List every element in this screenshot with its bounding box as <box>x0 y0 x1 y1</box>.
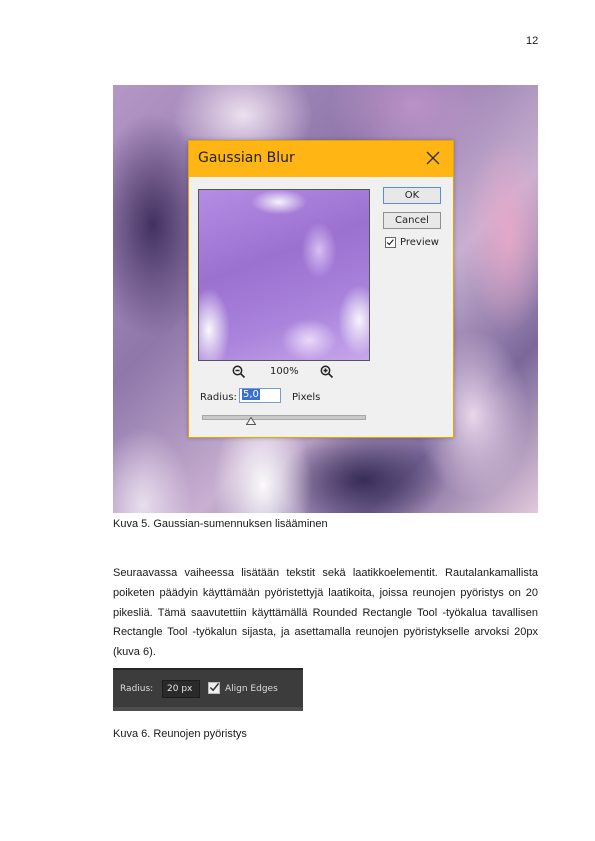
figure-6-options-bar: Radius: 20 px Align Edges <box>113 668 303 711</box>
zoom-value: 100% <box>270 366 299 377</box>
page-number: 12 <box>526 35 539 47</box>
dialog-titlebar: Gaussian Blur <box>189 141 453 177</box>
align-edges-checkbox[interactable] <box>208 682 220 694</box>
gaussian-blur-dialog: Gaussian Blur 100% Radius: 5,0 Pixels OK <box>188 140 454 438</box>
align-edges-label: Align Edges <box>225 684 278 694</box>
close-icon[interactable] <box>425 150 441 166</box>
zoom-out-icon[interactable] <box>232 365 246 379</box>
slider-thumb-icon[interactable] <box>245 417 256 425</box>
zoom-in-icon[interactable] <box>320 365 334 379</box>
blur-preview-pane[interactable] <box>198 189 370 361</box>
checkmark-icon <box>209 682 220 692</box>
cancel-button[interactable]: Cancel <box>383 212 441 229</box>
figure-6-caption: Kuva 6. Reunojen pyöristys <box>113 728 247 740</box>
preview-label: Preview <box>400 237 439 248</box>
radius-slider[interactable] <box>202 415 366 420</box>
figure-5-image: Gaussian Blur 100% Radius: 5,0 Pixels OK <box>113 85 538 513</box>
dialog-title: Gaussian Blur <box>198 150 295 166</box>
radius-value: 5,0 <box>242 389 260 400</box>
checkmark-icon <box>386 239 394 246</box>
options-radius-field[interactable]: 20 px <box>162 680 200 698</box>
radius-label: Radius: <box>200 392 237 403</box>
figure-5-caption: Kuva 5. Gaussian-sumennuksen lisääminen <box>113 518 328 530</box>
ok-button[interactable]: OK <box>383 187 441 204</box>
radius-input[interactable]: 5,0 <box>239 388 281 403</box>
radius-unit: Pixels <box>292 392 321 403</box>
zoom-controls: 100% <box>227 365 347 381</box>
options-radius-label: Radius: <box>120 684 154 694</box>
preview-checkbox[interactable] <box>385 237 396 248</box>
body-paragraph: Seuraavassa vaiheessa lisätään tekstit s… <box>113 567 538 659</box>
